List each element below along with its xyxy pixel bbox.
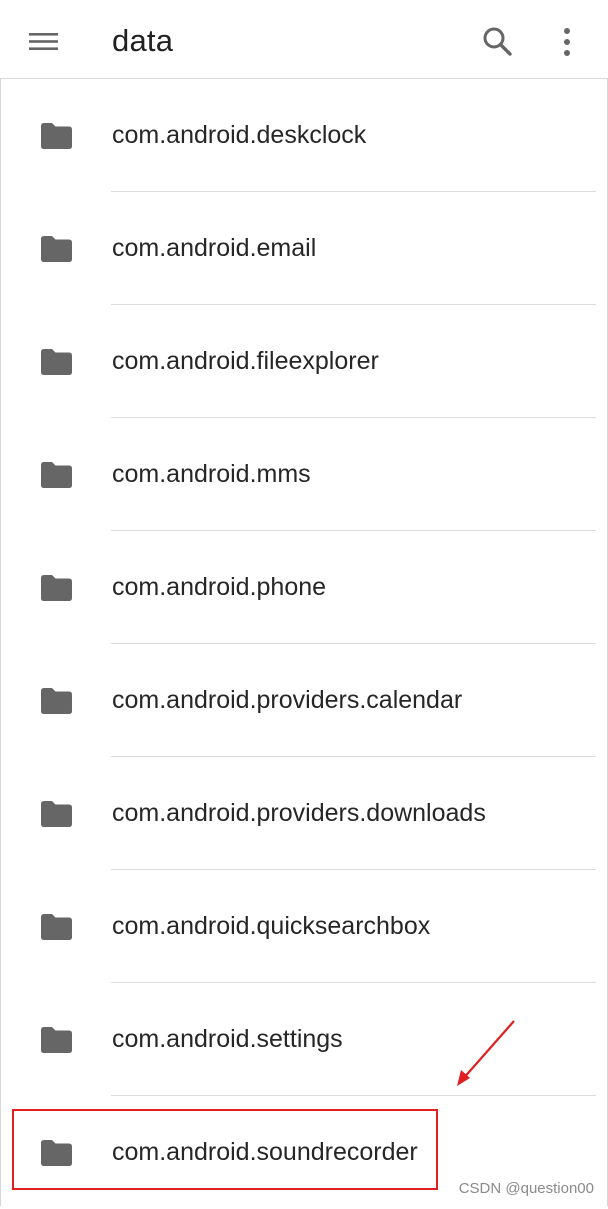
page-title: data (112, 23, 174, 58)
folder-name: com.android.deskclock (112, 121, 367, 149)
folder-name: com.android.quicksearchbox (112, 912, 431, 940)
folder-row[interactable]: com.android.settings (0, 983, 608, 1096)
folder-icon (39, 235, 73, 263)
folder-row[interactable]: com.android.mms (0, 418, 608, 531)
folder-row[interactable]: com.android.phone (0, 531, 608, 644)
folder-row[interactable]: com.android.fileexplorer (0, 305, 608, 418)
folder-icon (39, 574, 73, 602)
folder-row[interactable]: com.android.deskclock (0, 79, 608, 192)
folder-icon (39, 913, 73, 941)
folder-icon (39, 461, 73, 489)
folder-row[interactable]: com.android.email (0, 192, 608, 305)
folder-row[interactable]: com.android.quicksearchbox (0, 870, 608, 983)
folder-icon (39, 348, 73, 376)
folder-list: com.android.deskclock com.android.email … (0, 79, 608, 1209)
folder-name: com.android.email (112, 234, 317, 262)
folder-name: com.android.mms (112, 460, 311, 488)
folder-name: com.android.settings (112, 1025, 343, 1053)
hamburger-menu-icon[interactable] (22, 22, 64, 60)
folder-name: com.android.soundrecorder (112, 1138, 418, 1166)
app-toolbar: data (0, 0, 608, 79)
folder-icon (39, 800, 73, 828)
folder-name: com.android.phone (112, 573, 327, 601)
search-icon[interactable] (478, 22, 518, 62)
folder-name: com.android.fileexplorer (112, 347, 379, 375)
folder-icon (39, 1139, 73, 1167)
folder-icon (39, 1026, 73, 1054)
folder-name: com.android.providers.downloads (112, 799, 486, 827)
more-vertical-icon[interactable] (552, 22, 582, 62)
watermark-text: CSDN @question00 (458, 1180, 594, 1197)
folder-icon (39, 687, 73, 715)
folder-name: com.android.providers.calendar (112, 686, 463, 714)
folder-icon (39, 122, 73, 150)
folder-row[interactable]: com.android.providers.downloads (0, 757, 608, 870)
folder-row[interactable]: com.android.providers.calendar (0, 644, 608, 757)
